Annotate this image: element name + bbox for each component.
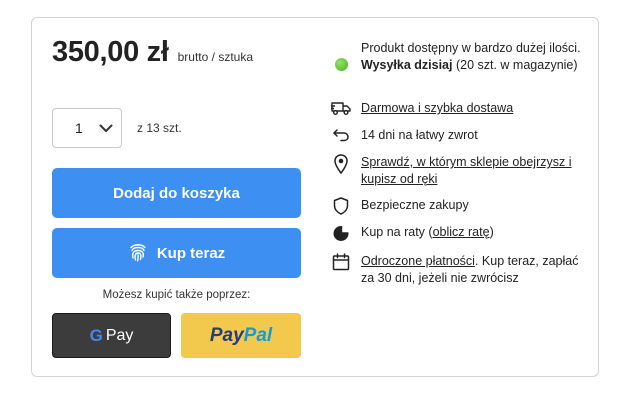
deferred-text: Odroczone płatności. Kup teraz, zapłać z… (361, 253, 590, 287)
calculate-installment-link[interactable]: oblicz ratę (433, 225, 490, 239)
feature-installments: Kup na raty (oblicz ratę) (330, 224, 590, 242)
feature-stores: Sprawdź, w którym sklepie obejrzysz i ku… (330, 154, 590, 188)
feature-returns: 14 dni na łatwy zwrot (330, 127, 590, 144)
availability-post: (20 szt. w magazynie) (452, 58, 578, 72)
returns-text: 14 dni na łatwy zwrot (361, 128, 478, 142)
feature-secure: Bezpieczne zakupy (330, 197, 590, 215)
quantity-value: 1 (75, 120, 83, 136)
buy-now-button[interactable]: Kup teraz (52, 228, 301, 278)
alternative-payment-label: Możesz kupić także poprzez: (102, 289, 251, 301)
truck-icon (330, 100, 352, 117)
installments-post: ) (489, 225, 494, 239)
product-price: 350,00 zł (52, 36, 169, 68)
google-pay-button[interactable]: G Pay (52, 313, 171, 358)
google-pay-label: Pay (105, 326, 134, 344)
paypal-logo-pay: Pay (209, 324, 244, 346)
google-g-logo: G (89, 325, 103, 345)
installments-text: Kup na raty (oblicz ratę) (361, 224, 494, 242)
availability-pre: Produkt dostępny w bardzo dużej ilości. (361, 41, 581, 55)
quantity-select[interactable]: 1 (52, 108, 122, 148)
return-arrow-icon (330, 127, 352, 144)
stores-link[interactable]: Sprawdź, w którym sklepie obejrzysz i ku… (361, 155, 571, 186)
fingerprint-icon (128, 243, 148, 263)
chevron-down-icon (99, 123, 113, 133)
feature-delivery: Darmowa i szybka dostawa (330, 100, 590, 117)
add-to-cart-button[interactable]: Dodaj do koszyka (52, 168, 301, 218)
feature-deferred: Odroczone płatności. Kup teraz, zapłać z… (330, 253, 590, 287)
price-note: brutto / sztuka (177, 50, 253, 64)
pie-chart-icon (330, 224, 352, 242)
add-to-cart-label: Dodaj do koszyka (113, 184, 240, 202)
shield-icon (330, 197, 352, 215)
availability-bold: Wysyłka dzisiaj (361, 58, 453, 72)
deferred-payments-link[interactable]: Odroczone płatności (361, 254, 475, 268)
product-purchase-card: 350,00 zł brutto / sztuka 1 z 13 szt. Do… (31, 17, 599, 377)
paypal-button[interactable]: Pay Pal (181, 313, 301, 358)
price-row: 350,00 zł brutto / sztuka (52, 36, 253, 69)
paypal-logo-pal: Pal (243, 324, 273, 346)
feature-availability: Produkt dostępny w bardzo dużej ilości. … (330, 40, 590, 74)
installments-pre: Kup na raty ( (361, 225, 433, 239)
green-dot-icon (334, 58, 348, 71)
availability-text: Produkt dostępny w bardzo dużej ilości. … (361, 40, 590, 74)
stock-count: z 13 szt. (137, 121, 182, 135)
calendar-icon (330, 253, 352, 287)
delivery-link[interactable]: Darmowa i szybka dostawa (361, 101, 513, 115)
buy-now-label: Kup teraz (156, 244, 226, 262)
secure-text: Bezpieczne zakupy (361, 198, 469, 212)
map-pin-icon (330, 154, 352, 188)
